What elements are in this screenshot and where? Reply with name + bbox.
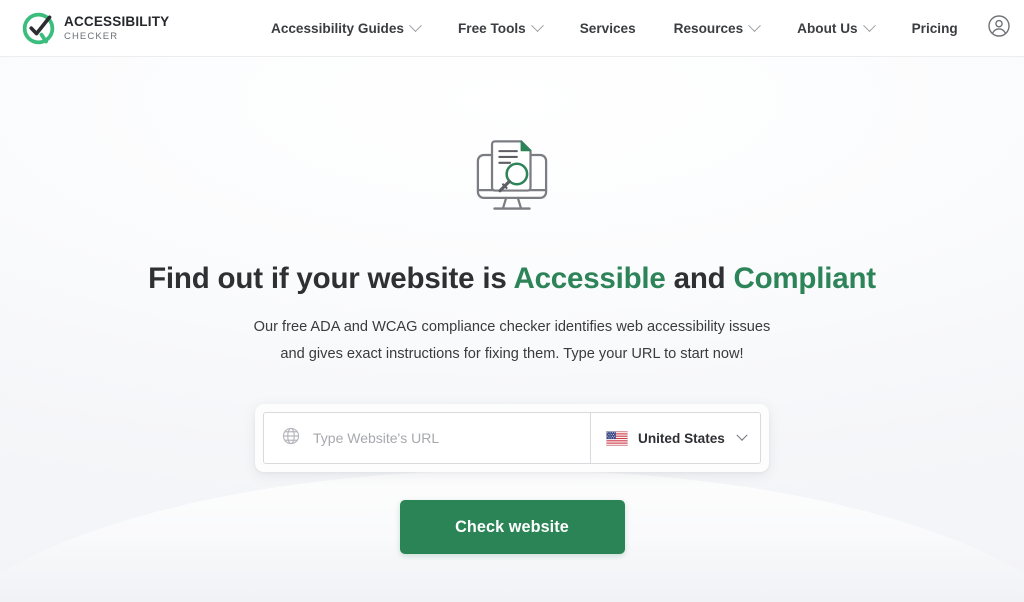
check-website-button[interactable]: Check website [399,500,625,555]
nav-label: Resources [673,20,744,36]
hero-subtitle-line-1: Our free ADA and WCAG compliance checker… [253,319,771,336]
nav-item-pricing[interactable]: Pricing [893,15,977,42]
brand-title: ACCESSIBILITY [64,14,170,29]
main-navigation: Accessibility Guides Free Tools Services… [252,15,977,42]
nav-label: Pricing [911,20,958,36]
nav-label: Services [579,20,636,36]
chevron-down-icon [748,18,762,32]
nav-item-accessibility-guides[interactable]: Accessibility Guides [252,15,439,42]
brand-subtitle: CHECKER [64,30,119,42]
site-header: ACCESSIBILITY CHECKER Accessibility Guid… [0,0,1024,57]
hero-title-part2: and [665,262,734,295]
hero-title-part1: Find out if your website is [148,262,514,295]
chevron-down-icon [862,18,876,32]
user-account-icon [987,14,1011,43]
brand-wordmark: ACCESSIBILITY CHECKER [64,15,169,41]
account-button[interactable] [977,14,1021,43]
search-input[interactable] [313,413,574,464]
monitor-document-magnifier-icon [474,133,550,215]
country-select[interactable]: United States [590,413,760,464]
hero-subtitle: Our free ADA and WCAG compliance checker… [254,314,771,368]
url-search-row: United States [263,412,761,465]
url-search-widget: United States [255,404,769,473]
brand-logo-link[interactable]: ACCESSIBILITY CHECKER [22,12,252,45]
chevron-down-icon [530,18,544,32]
chevron-down-icon [409,18,422,32]
nav-item-resources[interactable]: Resources [655,15,779,42]
hero-title-highlight-compliant: Compliant [733,262,876,295]
nav-item-services[interactable]: Services [561,15,655,42]
nav-item-about-us[interactable]: About Us [778,15,892,42]
nav-label: About Us [797,20,858,36]
url-field-wrapper[interactable] [264,413,590,464]
country-selected-label: United States [638,430,725,446]
nav-label: Free Tools [457,20,526,36]
chevron-down-icon [736,429,748,442]
page-root: ACCESSIBILITY CHECKER Accessibility Guid… [0,0,1024,602]
hero-section: Find out if your website is Accessible a… [0,57,1024,555]
us-flag-icon [606,430,628,446]
hero-title-highlight-accessible: Accessible [513,262,666,295]
nav-item-free-tools[interactable]: Free Tools [439,15,561,42]
page-title: Find out if your website is Accessible a… [148,261,876,296]
globe-icon [281,426,301,451]
nav-label: Accessibility Guides [271,20,404,36]
check-circle-logo-icon [22,12,55,45]
hero-subtitle-line-2: and gives exact instructions for fixing … [280,346,744,363]
